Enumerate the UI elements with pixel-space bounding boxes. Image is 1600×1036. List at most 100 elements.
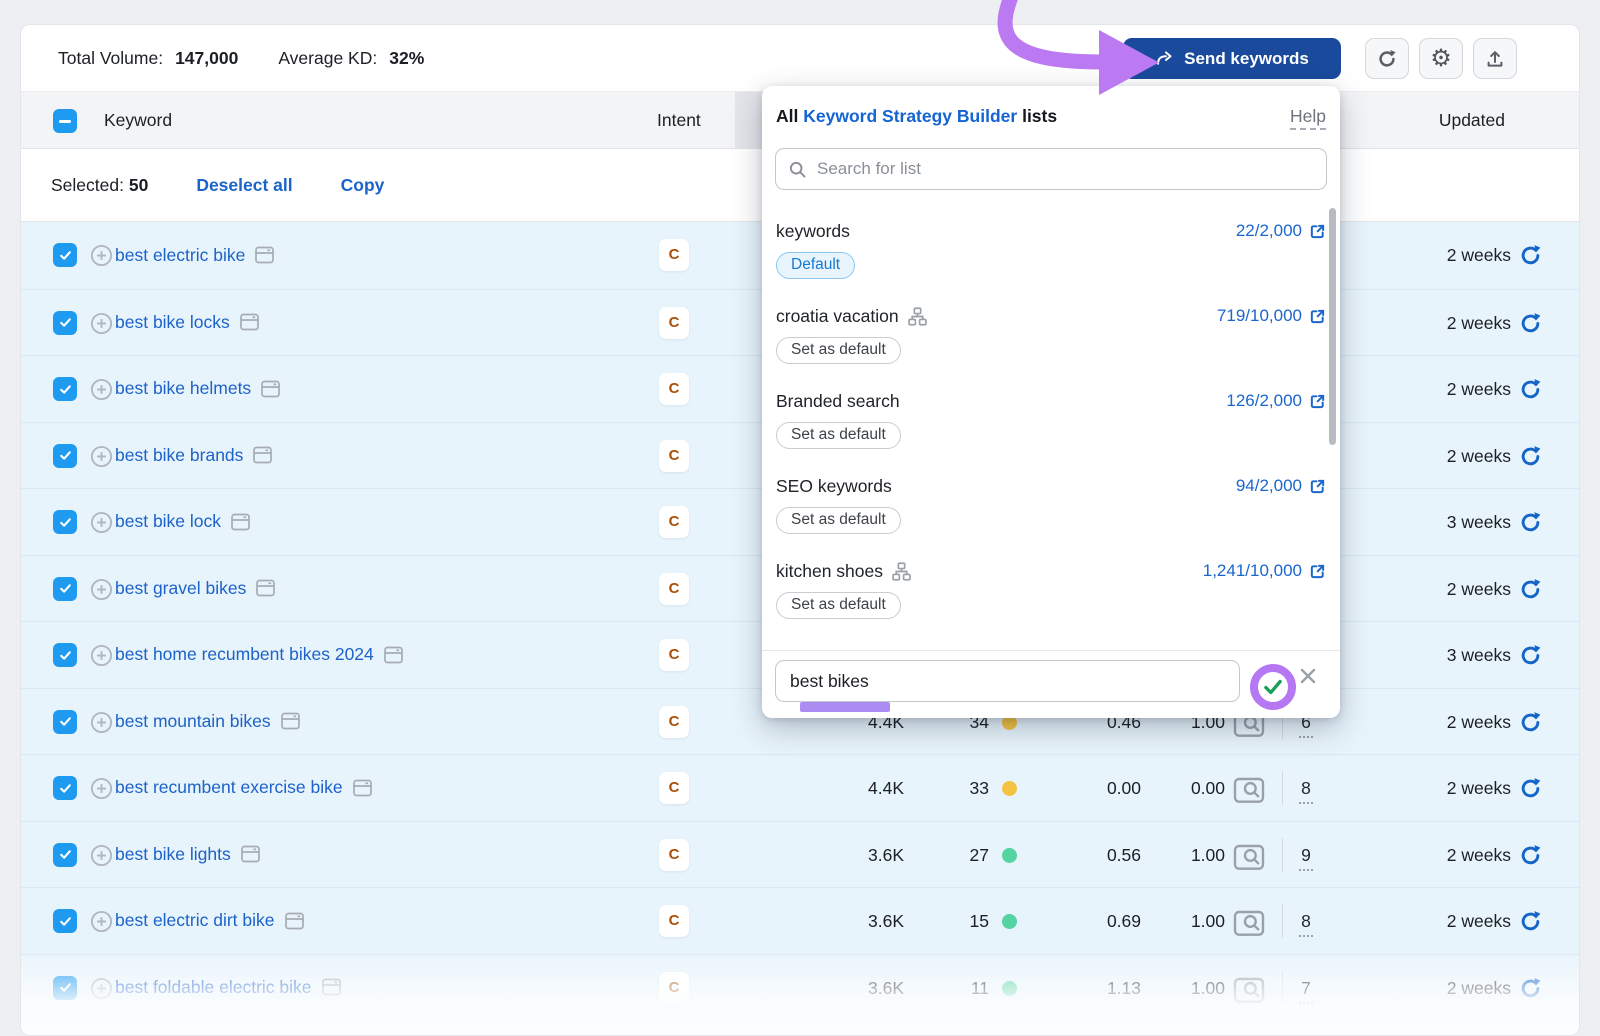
- add-plus-icon[interactable]: [90, 711, 113, 734]
- keyword-link[interactable]: best bike lock: [115, 489, 251, 555]
- results-count[interactable]: 8: [1289, 888, 1323, 955]
- keyword-strategy-builder-link[interactable]: Keyword Strategy Builder: [803, 106, 1017, 126]
- row-checkbox[interactable]: [53, 843, 77, 867]
- keyword-link[interactable]: best home recumbent bikes 2024: [115, 622, 404, 688]
- serp-preview-icon[interactable]: [1233, 910, 1265, 935]
- add-plus-icon[interactable]: [90, 511, 113, 534]
- list-item[interactable]: Branded search 126/2,000 Set as default: [762, 387, 1340, 472]
- external-link-icon: [1309, 308, 1326, 325]
- refresh-row-icon[interactable]: [1519, 511, 1542, 534]
- add-plus-icon[interactable]: [90, 910, 113, 933]
- keyword-link[interactable]: best electric bike: [115, 222, 275, 289]
- refresh-row-icon[interactable]: [1519, 977, 1542, 1000]
- add-plus-icon[interactable]: [90, 445, 113, 468]
- copy-link[interactable]: Copy: [341, 175, 385, 196]
- help-link[interactable]: Help: [1290, 106, 1326, 130]
- list-search-box[interactable]: [775, 148, 1327, 190]
- refresh-button[interactable]: [1365, 38, 1409, 79]
- list-default-badge[interactable]: Set as default: [776, 422, 901, 449]
- keyword-link[interactable]: best gravel bikes: [115, 556, 276, 622]
- refresh-row-icon[interactable]: [1519, 777, 1542, 800]
- serp-preview-icon[interactable]: [1233, 977, 1265, 1002]
- add-plus-icon[interactable]: [90, 977, 113, 1000]
- confirm-check-icon[interactable]: [1262, 676, 1284, 698]
- intent-badge: C: [659, 440, 689, 472]
- row-checkbox[interactable]: [53, 776, 77, 800]
- list-count-link[interactable]: 22/2,000: [1236, 217, 1326, 245]
- list-item[interactable]: kitchen shoes 1,241/10,000 Set as defaul…: [762, 557, 1340, 642]
- refresh-row-icon[interactable]: [1519, 378, 1542, 401]
- list-count-link[interactable]: 719/10,000: [1217, 302, 1326, 330]
- intent-badge: C: [659, 972, 689, 1004]
- refresh-row-icon[interactable]: [1519, 844, 1542, 867]
- keyword-link[interactable]: best bike helmets: [115, 356, 281, 422]
- check-icon: [59, 981, 72, 994]
- list-count-link[interactable]: 126/2,000: [1226, 387, 1326, 415]
- row-checkbox[interactable]: [53, 909, 77, 933]
- list-item[interactable]: SEO keywords 94/2,000 Set as default: [762, 472, 1340, 557]
- refresh-row-icon[interactable]: [1519, 578, 1542, 601]
- results-count[interactable]: 8: [1289, 755, 1323, 822]
- row-checkbox[interactable]: [53, 510, 77, 534]
- add-plus-icon[interactable]: [90, 844, 113, 867]
- list-item[interactable]: keywords 22/2,000 Default: [762, 217, 1340, 302]
- list-count-link[interactable]: 1,241/10,000: [1203, 557, 1326, 585]
- settings-button[interactable]: ⚙: [1419, 38, 1463, 79]
- refresh-row-icon[interactable]: [1519, 445, 1542, 468]
- keyword-link[interactable]: best electric dirt bike: [115, 888, 305, 954]
- keyword-link[interactable]: best foldable electric bike: [115, 955, 342, 1021]
- keyword-link[interactable]: best bike brands: [115, 423, 273, 489]
- list-count-link[interactable]: 94/2,000: [1236, 472, 1326, 500]
- add-plus-icon[interactable]: [90, 378, 113, 401]
- row-checkbox[interactable]: [53, 643, 77, 667]
- keyword-link[interactable]: best mountain bikes: [115, 689, 301, 755]
- updated-value: 2 weeks: [1351, 423, 1511, 490]
- add-plus-icon[interactable]: [90, 644, 113, 667]
- select-all-checkbox[interactable]: [53, 109, 77, 133]
- column-header-updated[interactable]: Updated: [1371, 92, 1543, 148]
- row-checkbox[interactable]: [53, 444, 77, 468]
- popup-scrollbar[interactable]: [1329, 208, 1336, 445]
- row-checkbox[interactable]: [53, 311, 77, 335]
- intent-badge: C: [659, 772, 689, 804]
- add-plus-icon[interactable]: [90, 578, 113, 601]
- list-items: keywords 22/2,000 Default croatia vacati…: [762, 217, 1340, 642]
- add-plus-icon[interactable]: [90, 312, 113, 335]
- row-checkbox[interactable]: [53, 577, 77, 601]
- send-keywords-button[interactable]: Send keywords: [1123, 38, 1341, 79]
- external-link-icon: [1309, 563, 1326, 580]
- list-default-badge[interactable]: Set as default: [776, 337, 901, 364]
- check-icon: [59, 915, 72, 928]
- list-item[interactable]: croatia vacation 719/10,000 Set as defau…: [762, 302, 1340, 387]
- keyword-link[interactable]: best bike lights: [115, 822, 261, 888]
- refresh-row-icon[interactable]: [1519, 910, 1542, 933]
- results-count[interactable]: 9: [1289, 822, 1323, 889]
- keyword-link[interactable]: best recumbent exercise bike: [115, 755, 373, 821]
- add-plus-icon[interactable]: [90, 777, 113, 800]
- row-checkbox[interactable]: [53, 710, 77, 734]
- serp-features-icon: [254, 246, 275, 264]
- export-button[interactable]: [1473, 38, 1517, 79]
- row-checkbox[interactable]: [53, 243, 77, 267]
- list-default-badge[interactable]: Set as default: [776, 592, 901, 619]
- row-checkbox[interactable]: [53, 377, 77, 401]
- close-icon[interactable]: [1298, 666, 1318, 686]
- list-search-input[interactable]: [817, 159, 1314, 179]
- refresh-row-icon[interactable]: [1519, 711, 1542, 734]
- serp-preview-icon[interactable]: [1233, 844, 1265, 869]
- results-count[interactable]: 7: [1289, 955, 1323, 1022]
- column-header-keyword[interactable]: Keyword: [104, 92, 172, 148]
- row-checkbox[interactable]: [53, 976, 77, 1000]
- refresh-row-icon[interactable]: [1519, 312, 1542, 335]
- deselect-all-link[interactable]: Deselect all: [196, 175, 292, 196]
- new-list-input[interactable]: [775, 660, 1240, 702]
- serp-preview-icon[interactable]: [1233, 777, 1265, 802]
- refresh-row-icon[interactable]: [1519, 244, 1542, 267]
- keyword-link[interactable]: best bike locks: [115, 290, 260, 356]
- column-header-intent[interactable]: Intent: [657, 92, 701, 148]
- refresh-row-icon[interactable]: [1519, 644, 1542, 667]
- check-icon: [59, 249, 72, 262]
- search-icon: [788, 160, 807, 179]
- add-plus-icon[interactable]: [90, 244, 113, 267]
- list-default-badge[interactable]: Set as default: [776, 507, 901, 534]
